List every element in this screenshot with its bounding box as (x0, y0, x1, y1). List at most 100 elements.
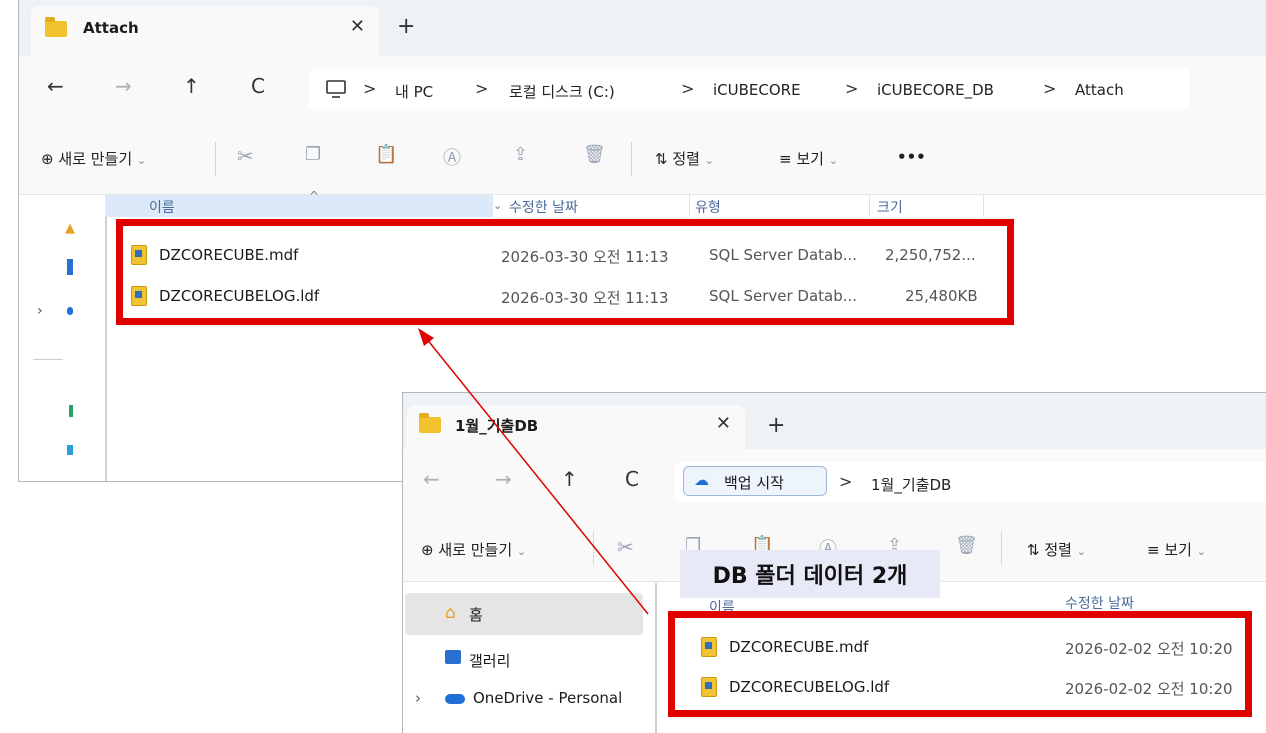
cut-icon[interactable]: ✂ (237, 144, 254, 168)
sidebar-item-label: 갤러리 (469, 652, 511, 670)
breadcrumb-my-pc[interactable]: 내 PC (395, 81, 433, 102)
copy-icon[interactable]: ❐ (305, 144, 321, 165)
chevron-down-icon: ⌄ (704, 154, 714, 167)
date-column-chevron-icon: ⌄ (493, 199, 503, 212)
annotation-label: DB 폴더 데이터 2개 (680, 550, 940, 598)
column-divider (983, 195, 984, 217)
breadcrumb-separator: > (845, 79, 859, 98)
sidebar-item-home[interactable]: ⌂ 홈 (405, 593, 643, 635)
chevron-down-icon: ⌄ (516, 545, 527, 558)
view-button[interactable]: ≡ 보기 ⌄ (1147, 539, 1206, 560)
breadcrumb-separator: > (681, 79, 695, 98)
share-icon[interactable]: ⇪ (513, 144, 528, 165)
new-tab-button[interactable]: + (767, 413, 785, 438)
date-column-header[interactable]: 수정한 날짜 (509, 197, 578, 217)
back-button[interactable]: ← (47, 74, 64, 98)
sort-button[interactable]: ⇅ 정렬 ⌄ (1027, 539, 1086, 560)
paste-icon[interactable]: 📋 (375, 144, 397, 165)
new-button-label: 새로 만들기 (438, 541, 513, 559)
breadcrumb-separator: > (839, 472, 853, 491)
column-header-row: 이름 ^ ⌄ 수정한 날짜 유형 크기 (105, 189, 985, 217)
sidebar-item-label: 홈 (469, 606, 483, 624)
forward-button[interactable]: → (495, 467, 512, 491)
gallery-icon (445, 650, 461, 664)
delete-icon[interactable]: 🗑 (955, 535, 978, 556)
refresh-button[interactable]: C (251, 74, 265, 98)
breadcrumb-attach[interactable]: Attach (1075, 81, 1124, 99)
new-button-label: 새로 만들기 (58, 150, 133, 168)
drive-icon[interactable] (67, 445, 73, 455)
tab-title: 1월_기출DB (455, 417, 539, 435)
navigation-bar: ← → ↑ C ☁ 백업 시작 > 1월_기출DB (403, 449, 1266, 517)
sidebar-item-onedrive[interactable]: › OneDrive - Personal (405, 681, 643, 717)
sidebar-item-label: OneDrive - Personal (473, 689, 623, 707)
breadcrumb-icubecore-db[interactable]: iCUBECORE_DB (877, 81, 994, 99)
rename-icon[interactable]: Ⓐ (443, 144, 461, 170)
backup-start-button[interactable]: ☁ 백업 시작 (683, 466, 827, 496)
highlight-box-january-files (668, 611, 1252, 717)
new-button[interactable]: ⊕ 새로 만들기 ⌄ (41, 148, 146, 169)
tab-attach[interactable]: Attach ✕ (31, 6, 379, 56)
delete-icon[interactable]: 🗑 (583, 144, 606, 165)
gallery-icon[interactable] (67, 259, 73, 275)
view-lines-icon: ≡ (779, 150, 792, 168)
plus-circle-icon: ⊕ (421, 541, 434, 559)
cut-icon[interactable]: ✂ (617, 535, 634, 559)
view-button-label: 보기 (796, 150, 824, 168)
onedrive-icon[interactable] (67, 307, 73, 315)
tab-january-db[interactable]: 1월_기출DB ✕ (407, 405, 745, 449)
close-tab-icon[interactable]: ✕ (716, 413, 731, 434)
up-button[interactable]: ↑ (561, 467, 578, 491)
breadcrumb-january-db[interactable]: 1월_기출DB (871, 474, 951, 495)
sort-button-label: 정렬 (672, 150, 700, 168)
breadcrumb-icubecore[interactable]: iCUBECORE (713, 81, 801, 99)
more-options-button[interactable]: ••• (897, 148, 926, 166)
back-button[interactable]: ← (423, 467, 440, 491)
type-column-header[interactable]: 유형 (695, 197, 721, 217)
monitor-icon (326, 80, 346, 98)
sort-button[interactable]: ⇅ 정렬 ⌄ (655, 148, 714, 169)
home-icon: ⌂ (445, 603, 456, 623)
expand-chevron-icon[interactable]: › (415, 689, 421, 707)
forward-button[interactable]: → (115, 74, 132, 98)
home-icon[interactable]: ▲ (65, 221, 75, 236)
size-column-header[interactable]: 크기 (877, 197, 903, 217)
close-tab-icon[interactable]: ✕ (350, 16, 365, 37)
view-lines-icon: ≡ (1147, 541, 1160, 559)
tab-bar: Attach ✕ + (19, 0, 1266, 56)
address-bar[interactable]: > 내 PC > 로컬 디스크 (C:) > iCUBECORE > iCUBE… (309, 69, 1189, 109)
address-bar[interactable]: ☁ 백업 시작 > 1월_기출DB (675, 462, 1266, 502)
pc-icon[interactable] (69, 405, 73, 417)
name-column-header[interactable]: 이름 ^ (105, 189, 493, 217)
sort-icon: ⇅ (1027, 541, 1040, 559)
command-bar: ⊕ 새로 만들기 ⌄ ✂ ❐ 📋 Ⓐ ⇪ 🗑 ⇅ 정렬 ⌄ ≡ 보기 ⌄ ••• (19, 124, 1266, 195)
expand-chevron-icon[interactable]: › (37, 303, 43, 319)
sidebar-item-gallery[interactable]: 갤러리 (405, 641, 643, 677)
refresh-button[interactable]: C (625, 467, 639, 491)
column-divider (869, 195, 870, 217)
new-tab-button[interactable]: + (397, 14, 415, 39)
chevron-down-icon: ⌄ (1076, 545, 1086, 558)
toolbar-divider (593, 531, 594, 565)
sidebar-pane: ⌂ 홈 갤러리 › OneDrive - Personal (403, 583, 657, 733)
plus-circle-icon: ⊕ (41, 150, 54, 168)
navigation-bar: ← → ↑ C > 내 PC > 로컬 디스크 (C:) > iCUBECORE… (19, 56, 1266, 124)
up-button[interactable]: ↑ (183, 74, 200, 98)
folder-icon (419, 413, 441, 433)
date-column-header[interactable]: 수정한 날짜 (1065, 593, 1134, 613)
sidebar-pane: ▲ › (19, 195, 107, 481)
toolbar-divider (1001, 531, 1002, 565)
view-button-label: 보기 (1164, 541, 1192, 559)
toolbar-divider (631, 142, 632, 176)
view-button[interactable]: ≡ 보기 ⌄ (779, 148, 838, 169)
breadcrumb-local-disk[interactable]: 로컬 디스크 (C:) (509, 81, 615, 102)
toolbar-divider (215, 142, 216, 176)
backup-start-label: 백업 시작 (724, 474, 784, 492)
chevron-down-icon: ⌄ (1196, 545, 1206, 558)
sort-ascending-icon: ^ (309, 189, 320, 203)
breadcrumb-separator: > (475, 79, 489, 98)
breadcrumb-separator: > (363, 79, 377, 98)
new-button[interactable]: ⊕ 새로 만들기 ⌄ (421, 539, 526, 560)
sort-icon: ⇅ (655, 150, 668, 168)
tab-title: Attach (83, 19, 139, 37)
